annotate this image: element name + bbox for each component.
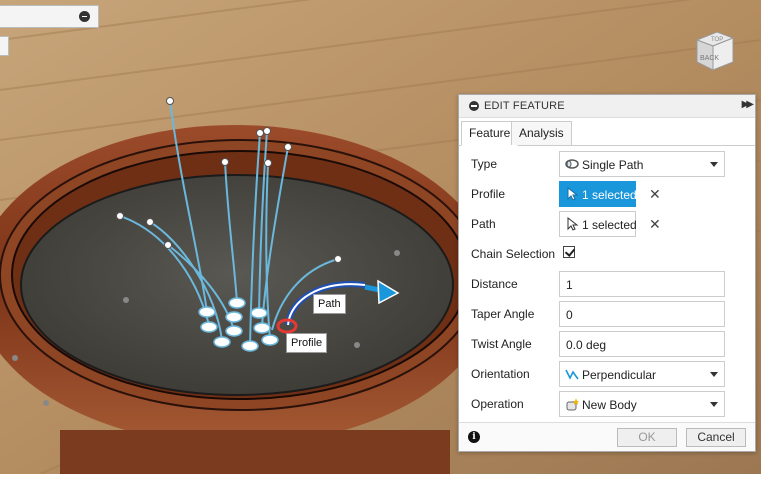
- path-label: Path: [313, 294, 346, 314]
- profile-label: Profile: [286, 333, 328, 353]
- chevron-down-icon: [710, 162, 718, 167]
- row-chain-selection: Chain Selection: [471, 241, 747, 267]
- orientation-dropdown[interactable]: Perpendicular: [559, 361, 725, 387]
- taper-angle-value: 0: [566, 308, 573, 322]
- tab-feature[interactable]: Feature: [461, 121, 519, 146]
- single-path-icon: [565, 159, 579, 169]
- row-distance: Distance 1: [471, 271, 747, 297]
- path-selection-count: 1 selected: [582, 218, 637, 232]
- perpendicular-icon: [565, 369, 579, 380]
- chain-selection-label: Chain Selection: [471, 247, 556, 261]
- clear-path-icon[interactable]: ✕: [649, 216, 661, 233]
- type-label: Type: [471, 157, 498, 171]
- operation-dropdown[interactable]: New Body: [559, 391, 725, 417]
- distance-value: 1: [566, 278, 573, 292]
- chevron-down-icon: [710, 372, 718, 377]
- ok-button[interactable]: OK: [617, 428, 677, 447]
- chevron-down-icon: [710, 402, 718, 407]
- type-value: Single Path: [582, 158, 644, 172]
- row-orientation: Orientation Perpendicular: [471, 361, 747, 387]
- cursor-icon: [567, 217, 579, 231]
- clear-profile-icon[interactable]: ✕: [649, 186, 661, 203]
- profile-selection-count: 1 selected: [582, 188, 637, 202]
- twist-angle-value: 0.0 deg: [566, 338, 607, 352]
- cancel-button[interactable]: Cancel: [686, 428, 746, 447]
- twist-angle-label: Twist Angle: [471, 337, 532, 351]
- distance-label: Distance: [471, 277, 518, 291]
- panel-title: EDIT FEATURE: [484, 100, 565, 112]
- profile-field-label: Profile: [471, 187, 506, 201]
- side-tab[interactable]: [0, 36, 9, 56]
- row-taper-angle: Taper Angle 0: [471, 301, 747, 327]
- expand-icon[interactable]: ▶▶: [742, 99, 755, 110]
- cursor-icon: [567, 187, 579, 201]
- orientation-value: Perpendicular: [582, 368, 657, 382]
- bowl-base: [60, 430, 450, 474]
- panel-header[interactable]: EDIT FEATURE ▶▶: [459, 95, 755, 118]
- distance-input[interactable]: 1: [559, 271, 725, 297]
- viewcube-top: TOP: [711, 37, 723, 43]
- path-select-button[interactable]: 1 selected: [559, 211, 637, 237]
- chain-selection-checkbox[interactable]: [563, 246, 575, 258]
- profile-select-button[interactable]: 1 selected: [559, 181, 637, 207]
- info-icon[interactable]: i: [468, 431, 480, 443]
- operation-label: Operation: [471, 397, 524, 411]
- viewcube-back: BACK: [700, 55, 719, 62]
- tab-analysis[interactable]: Analysis: [511, 121, 572, 145]
- row-type: Type Single Path: [471, 151, 747, 177]
- view-cube[interactable]: BACK TOP: [693, 28, 735, 71]
- minimize-icon[interactable]: [469, 101, 479, 111]
- type-dropdown[interactable]: Single Path: [559, 151, 725, 177]
- orientation-label: Orientation: [471, 367, 530, 381]
- panel-footer: i OK Cancel: [459, 422, 755, 451]
- collapse-icon[interactable]: [79, 11, 90, 22]
- row-profile: Profile 1 selected ✕: [471, 181, 747, 207]
- twist-angle-input[interactable]: 0.0 deg: [559, 331, 725, 357]
- operation-value: New Body: [582, 398, 637, 412]
- taper-angle-input[interactable]: 0: [559, 301, 725, 327]
- taper-angle-label: Taper Angle: [471, 307, 535, 321]
- row-path: Path 1 selected ✕: [471, 211, 747, 237]
- browser-panel-collapsed[interactable]: [0, 5, 99, 28]
- path-field-label: Path: [471, 217, 496, 231]
- new-body-icon: [566, 398, 579, 411]
- bowl-surface: [20, 174, 454, 396]
- edit-feature-panel: EDIT FEATURE ▶▶ Feature Analysis Type Si…: [458, 94, 756, 452]
- row-operation: Operation New Body: [471, 391, 747, 417]
- panel-tabs: Feature Analysis: [459, 121, 755, 146]
- row-twist-angle: Twist Angle 0.0 deg: [471, 331, 747, 357]
